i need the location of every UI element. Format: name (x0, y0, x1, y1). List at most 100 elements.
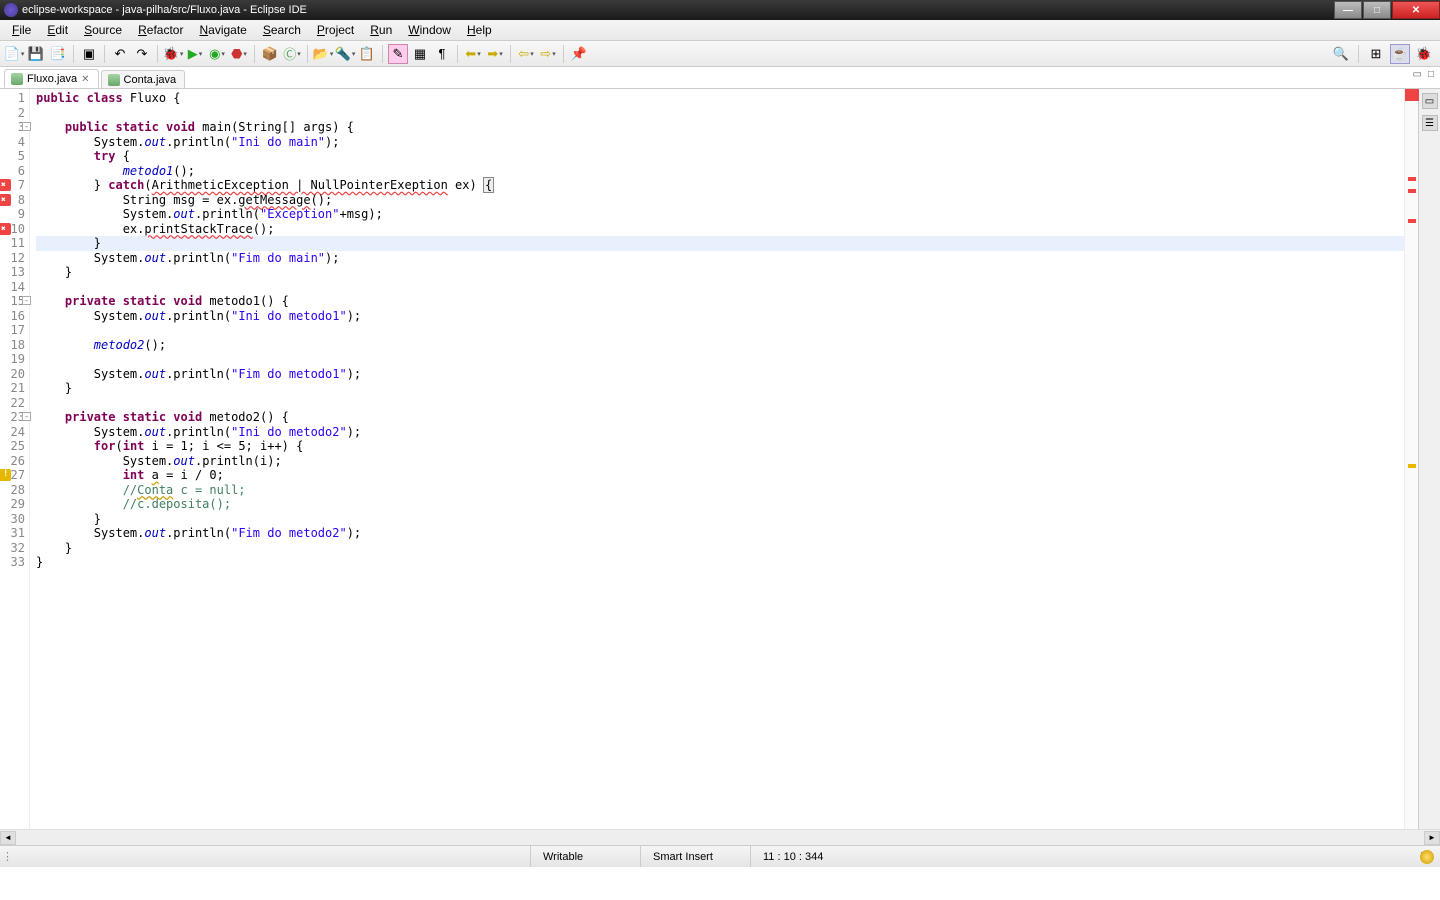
redo-button[interactable]: ↷ (132, 44, 152, 64)
code-line[interactable] (36, 280, 1404, 295)
annotation-prev-button[interactable]: ⬅ (463, 44, 483, 64)
open-task-button[interactable]: 📋 (357, 44, 377, 64)
editor-horizontal-scrollbar[interactable]: ◄ ► (0, 829, 1440, 845)
overview-mark[interactable] (1408, 219, 1416, 223)
code-line[interactable]: //c.deposita(); (36, 497, 1404, 512)
menu-run[interactable]: Run (362, 21, 400, 39)
code-line[interactable]: metodo2(); (36, 338, 1404, 353)
code-line[interactable]: } (36, 381, 1404, 396)
save-all-button[interactable]: 📑 (48, 44, 68, 64)
menu-source[interactable]: Source (76, 21, 130, 39)
code-editor[interactable]: public class Fluxo { public static void … (30, 89, 1404, 829)
overview-mark[interactable] (1408, 464, 1416, 468)
save-button[interactable]: 💾 (26, 44, 46, 64)
java-perspective-button[interactable]: ☕ (1390, 44, 1410, 64)
code-line[interactable]: System.out.println("Ini do main"); (36, 135, 1404, 150)
code-line[interactable]: private static void metodo2() { (36, 410, 1404, 425)
annotation-next-button[interactable]: ➡ (485, 44, 505, 64)
overview-mark[interactable] (1408, 177, 1416, 181)
code-line[interactable]: for(int i = 1; i <= 5; i++) { (36, 439, 1404, 454)
code-line[interactable]: } (36, 555, 1404, 570)
show-whitespace-button[interactable]: ¶ (432, 44, 452, 64)
menu-project[interactable]: Project (309, 21, 362, 39)
window-maximize-button[interactable]: □ (1363, 1, 1391, 19)
code-line[interactable] (36, 396, 1404, 411)
run-button[interactable]: ▶ (185, 44, 205, 64)
code-line[interactable]: } (36, 265, 1404, 280)
debug-perspective-button[interactable]: 🐞 (1414, 44, 1434, 64)
code-line[interactable]: public static void main(String[] args) { (36, 120, 1404, 135)
debug-button[interactable]: 🐞 (163, 44, 183, 64)
fold-toggle-icon[interactable]: - (22, 296, 31, 305)
line-number-gutter[interactable]: 123-456789101112131415-1617181920212223-… (0, 89, 30, 829)
code-line[interactable]: System.out.println("Ini do metodo1"); (36, 309, 1404, 324)
code-line[interactable]: metodo1(); (36, 164, 1404, 179)
menu-window[interactable]: Window (400, 21, 459, 39)
code-line[interactable]: try { (36, 149, 1404, 164)
code-line[interactable]: //Conta c = null; (36, 483, 1404, 498)
menu-help[interactable]: Help (459, 21, 500, 39)
back-button[interactable]: ⇦ (516, 44, 536, 64)
code-line[interactable]: } catch(ArithmeticException | NullPointe… (36, 178, 1404, 193)
code-line[interactable]: System.out.println("Ini do metodo2"); (36, 425, 1404, 440)
code-line[interactable]: int a = i / 0; (36, 468, 1404, 483)
code-line[interactable]: public class Fluxo { (36, 91, 1404, 106)
external-button[interactable]: ⬣ (229, 44, 249, 64)
status-cursor-position[interactable]: 11 : 10 : 344 (750, 846, 890, 867)
scroll-right-arrow[interactable]: ► (1424, 831, 1440, 845)
code-line[interactable] (36, 323, 1404, 338)
error-marker-icon[interactable] (0, 194, 11, 206)
forward-button[interactable]: ⇨ (538, 44, 558, 64)
overview-mark[interactable] (1408, 189, 1416, 193)
code-line[interactable]: } (36, 541, 1404, 556)
menu-refactor[interactable]: Refactor (130, 21, 191, 39)
status-handle-left[interactable]: ⋮ (0, 850, 6, 863)
code-line[interactable]: ex.printStackTrace(); (36, 222, 1404, 237)
undo-button[interactable]: ↶ (110, 44, 130, 64)
code-line[interactable]: System.out.println("Fim do metodo1"); (36, 367, 1404, 382)
restore-view-button[interactable]: ▭ (1422, 93, 1438, 109)
outline-view-button[interactable]: ☰ (1422, 115, 1438, 131)
code-line[interactable]: String msg = ex.getMessage(); (36, 193, 1404, 208)
code-line[interactable] (36, 352, 1404, 367)
window-close-button[interactable]: ✕ (1392, 1, 1440, 19)
code-line[interactable] (36, 106, 1404, 121)
quick-access-button[interactable]: 🔍 (1331, 44, 1351, 64)
scroll-left-arrow[interactable]: ◄ (0, 831, 16, 845)
code-line[interactable]: System.out.println("Exception"+msg); (36, 207, 1404, 222)
pin-button[interactable]: 📌 (569, 44, 589, 64)
open-type-button[interactable]: 📂 (313, 44, 333, 64)
error-marker-icon[interactable] (0, 223, 11, 235)
open-perspective-button[interactable]: ⊞ (1366, 44, 1386, 64)
code-line[interactable]: } (36, 512, 1404, 527)
code-line[interactable]: private static void metodo1() { (36, 294, 1404, 309)
menu-edit[interactable]: Edit (39, 21, 76, 39)
fold-toggle-icon[interactable]: - (22, 122, 31, 131)
minimize-view-icon[interactable]: ▭ (1413, 69, 1422, 80)
error-marker-icon[interactable] (0, 179, 11, 191)
fold-toggle-icon[interactable]: - (22, 412, 31, 421)
menu-file[interactable]: File (4, 21, 39, 39)
window-minimize-button[interactable]: — (1334, 1, 1362, 19)
new-class-button[interactable]: Ⓒ (282, 44, 302, 64)
search-type-button[interactable]: 🔦 (335, 44, 355, 64)
code-line[interactable]: } (36, 236, 1404, 251)
code-line[interactable]: System.out.println("Fim do main"); (36, 251, 1404, 266)
new-package-button[interactable]: 📦 (260, 44, 280, 64)
toggle-mark-button[interactable]: ✎ (388, 44, 408, 64)
editor-tab-fluxo-java[interactable]: Fluxo.java✕ (4, 69, 99, 88)
code-line[interactable]: System.out.println(i); (36, 454, 1404, 469)
coverage-button[interactable]: ◉ (207, 44, 227, 64)
terminal-button[interactable]: ▣ (79, 44, 99, 64)
tip-bulb-icon[interactable] (1420, 850, 1434, 864)
menu-navigate[interactable]: Navigate (191, 21, 254, 39)
editor-tab-conta-java[interactable]: Conta.java (101, 70, 186, 88)
warning-marker-icon[interactable] (0, 469, 11, 481)
overview-ruler[interactable] (1404, 89, 1418, 829)
status-writable[interactable]: Writable (530, 846, 640, 867)
maximize-view-icon[interactable]: □ (1428, 69, 1434, 80)
menu-search[interactable]: Search (255, 21, 309, 39)
status-insert-mode[interactable]: Smart Insert (640, 846, 750, 867)
toggle-block-button[interactable]: ▦ (410, 44, 430, 64)
code-line[interactable]: System.out.println("Fim do metodo2"); (36, 526, 1404, 541)
